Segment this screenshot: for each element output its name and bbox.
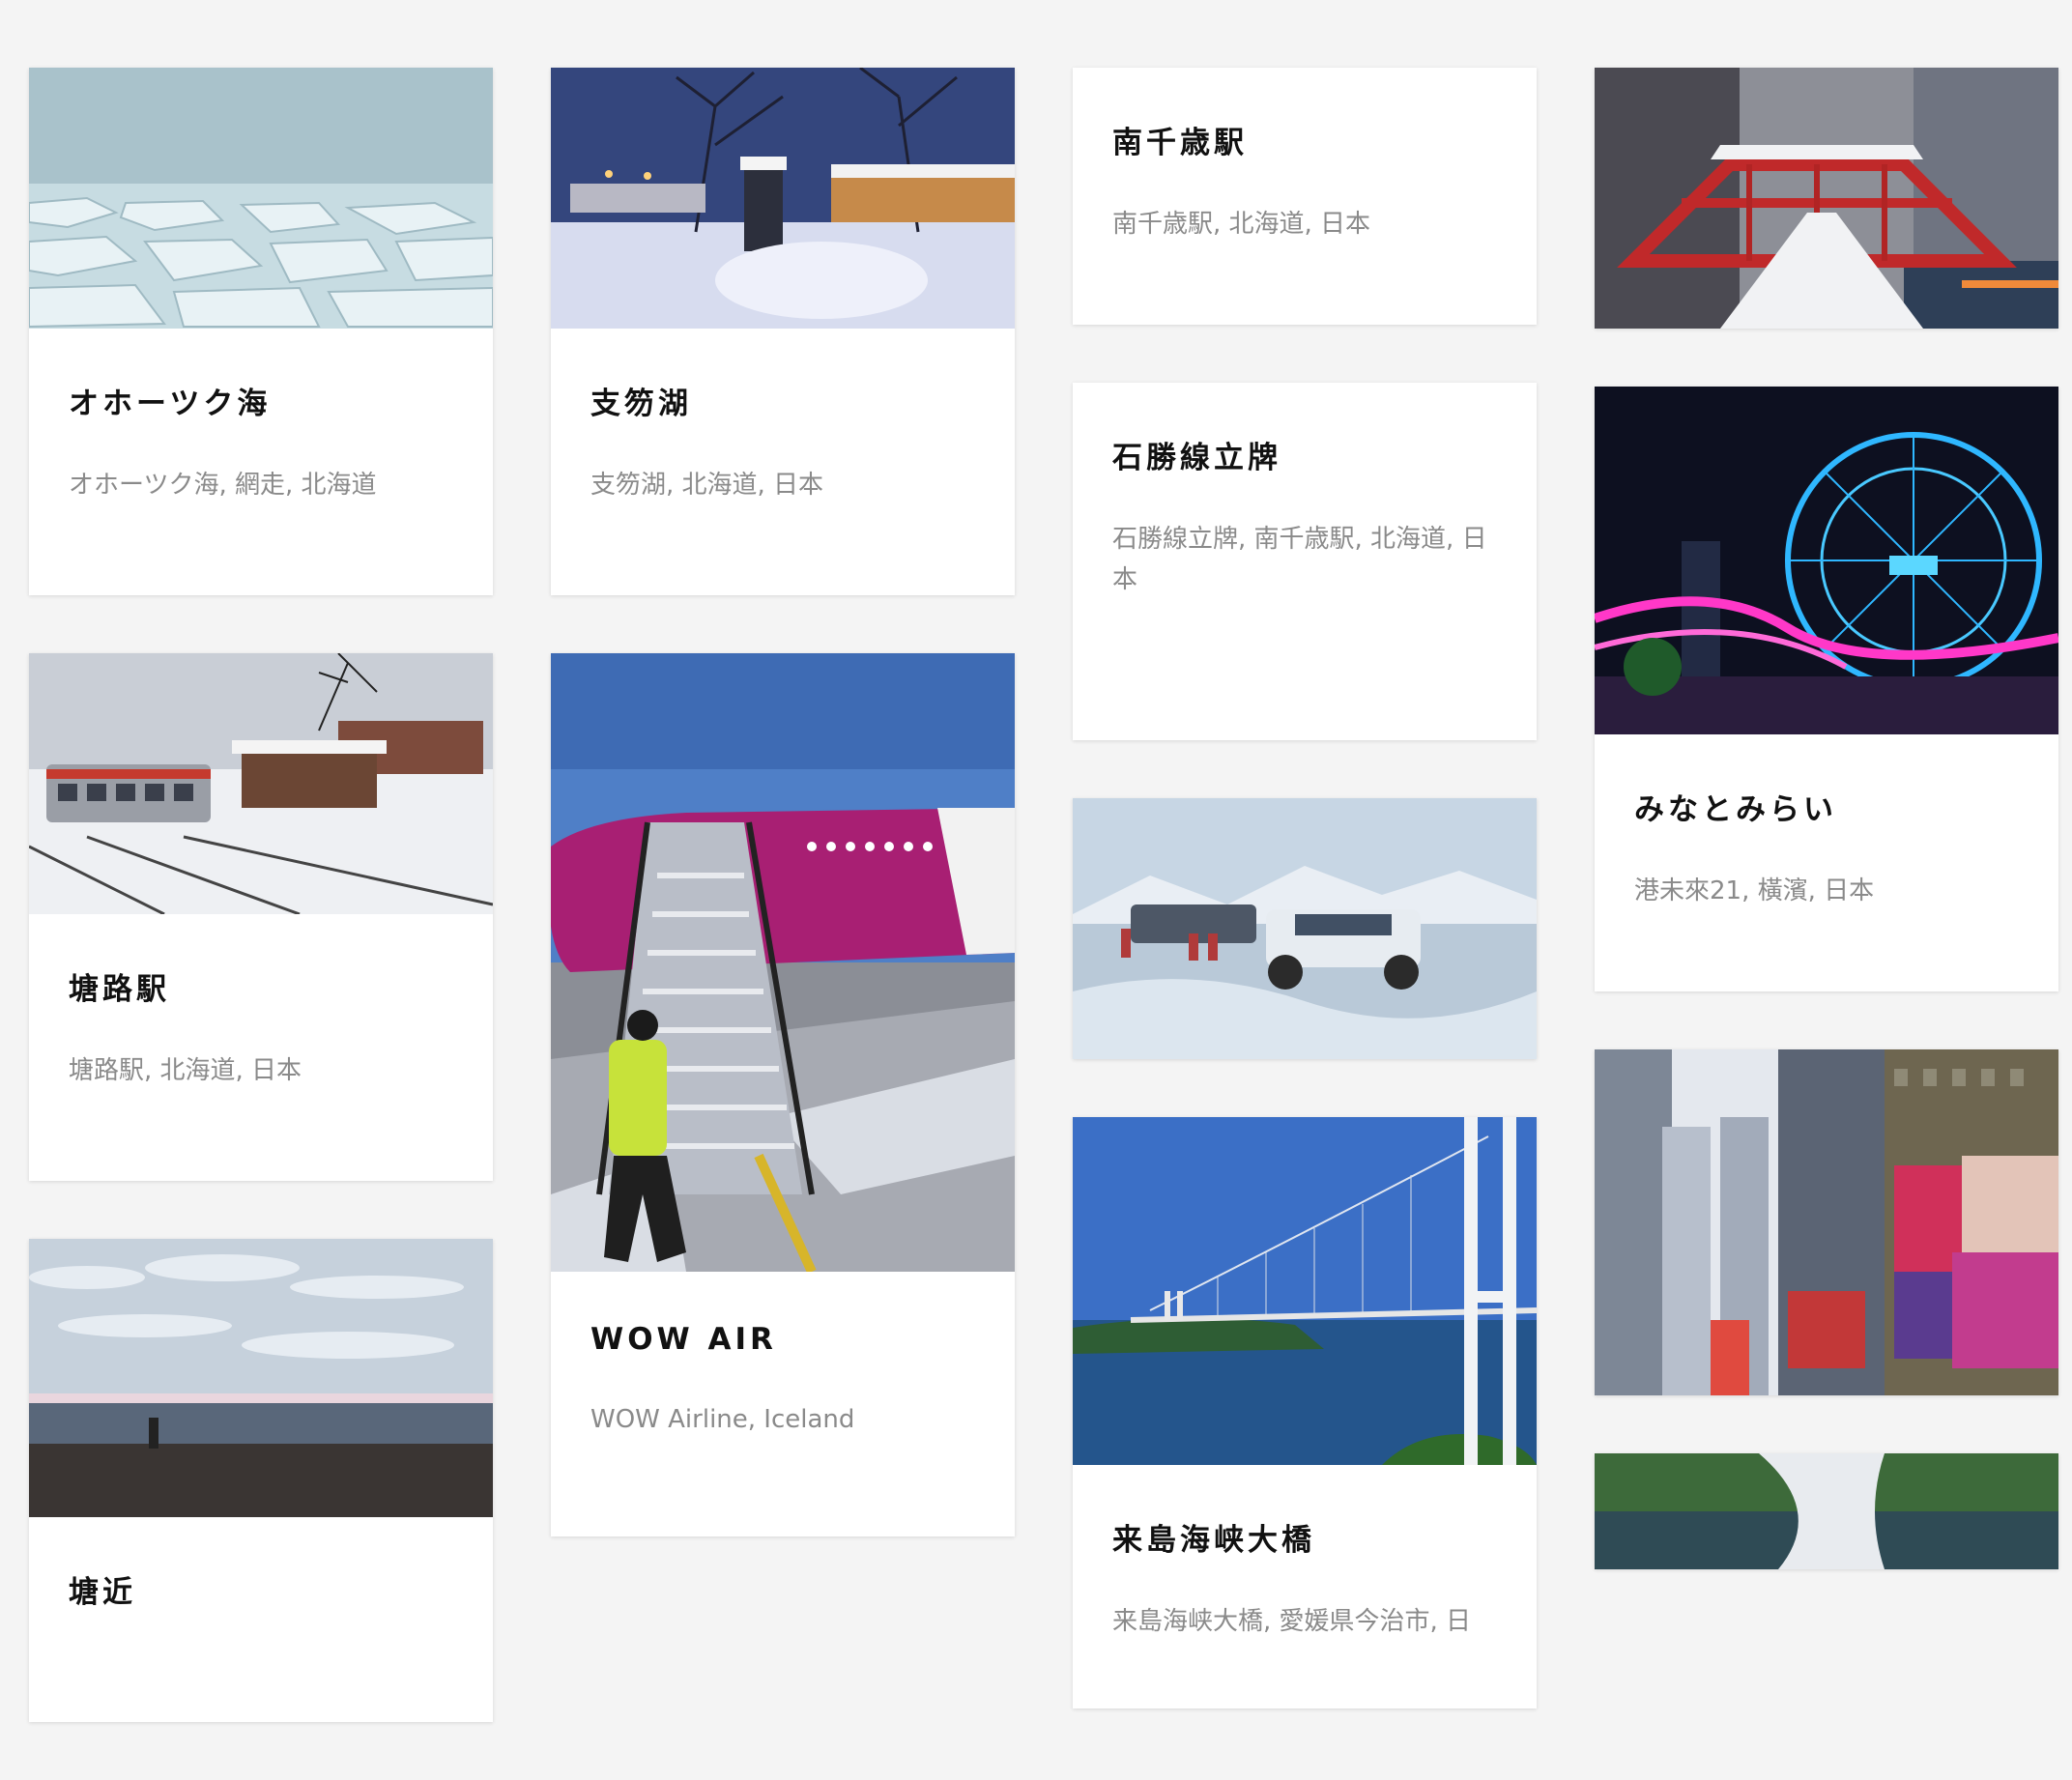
gallery-column-4: みなとみらい 港未來21, 橫濱, 日本 xyxy=(1595,68,2058,1627)
card-title: 塘近 xyxy=(69,1575,136,1610)
place-card[interactable] xyxy=(1595,1049,2058,1395)
card-location: 南千歳駅, 北海道, 日本 xyxy=(1112,210,1371,239)
photo-ferris-wheel-night xyxy=(1595,387,2058,734)
card-title: みなとみらい xyxy=(1634,792,1837,827)
place-card[interactable] xyxy=(1595,1453,2058,1569)
card-title: 来島海峡大橋 xyxy=(1112,1523,1315,1558)
photo-kurushima-bridge xyxy=(1073,1117,1537,1465)
place-card[interactable]: 来島海峡大橋 来島海峡大橋, 愛媛県今治市, 日 xyxy=(1073,1117,1537,1708)
place-card[interactable]: 塘近 xyxy=(29,1239,493,1722)
place-card[interactable] xyxy=(1073,798,1537,1059)
place-card[interactable]: 南千歳駅 南千歳駅, 北海道, 日本 xyxy=(1073,68,1537,325)
card-location: 支笏湖, 北海道, 日本 xyxy=(590,471,824,500)
card-location: 石勝線立牌, 南千歳駅, 北海道, 日本 xyxy=(1112,525,1487,594)
card-location: 塘路駅, 北海道, 日本 xyxy=(69,1056,302,1085)
place-card[interactable]: オホーツク海 オホーツク海, 網走, 北海道 xyxy=(29,68,493,595)
card-location: オホーツク海, 網走, 北海道 xyxy=(69,471,377,500)
photo-sail-sculpture xyxy=(1595,1453,2058,1569)
place-card[interactable]: 塘路駅 塘路駅, 北海道, 日本 xyxy=(29,653,493,1181)
photo-times-square xyxy=(1595,1049,2058,1395)
card-title: 石勝線立牌 xyxy=(1112,441,1281,475)
card-location: WOW Airline, Iceland xyxy=(590,1405,855,1434)
card-title: オホーツク海 xyxy=(69,387,272,421)
photo-beach xyxy=(29,1239,493,1517)
photo-shikotsu-lake xyxy=(551,68,1015,329)
photo-okhotsk-sea xyxy=(29,68,493,329)
place-card[interactable]: みなとみらい 港未來21, 橫濱, 日本 xyxy=(1595,387,2058,991)
card-location: 来島海峡大橋, 愛媛県今治市, 日 xyxy=(1112,1607,1472,1636)
card-title: 支笏湖 xyxy=(590,387,692,421)
gallery-column-2: 支笏湖 支笏湖, 北海道, 日本 WOW AIR WOW Airline, Ic… xyxy=(551,68,1015,1594)
card-title: 南千歳駅 xyxy=(1112,126,1248,160)
place-card[interactable] xyxy=(1595,68,2058,329)
place-card[interactable]: 支笏湖 支笏湖, 北海道, 日本 xyxy=(551,68,1015,595)
place-card[interactable]: WOW AIR WOW Airline, Iceland xyxy=(551,653,1015,1536)
place-card[interactable]: 石勝線立牌 石勝線立牌, 南千歳駅, 北海道, 日本 xyxy=(1073,383,1537,740)
photo-red-bridge-snow xyxy=(1595,68,2058,329)
card-title: 塘路駅 xyxy=(69,972,170,1007)
card-title: WOW AIR xyxy=(590,1322,777,1357)
photo-iceland-glacier xyxy=(1073,798,1537,1059)
gallery-column-3: 南千歳駅 南千歳駅, 北海道, 日本 石勝線立牌 石勝線立牌, 南千歳駅, 北海… xyxy=(1073,68,1537,1766)
photo-wow-air-plane xyxy=(551,653,1015,1272)
gallery-column-1: オホーツク海 オホーツク海, 網走, 北海道 塘路駅 塘路駅, 北海道, 日本 … xyxy=(29,68,493,1780)
photo-toro-station xyxy=(29,653,493,914)
card-location: 港未來21, 橫濱, 日本 xyxy=(1634,876,1875,905)
